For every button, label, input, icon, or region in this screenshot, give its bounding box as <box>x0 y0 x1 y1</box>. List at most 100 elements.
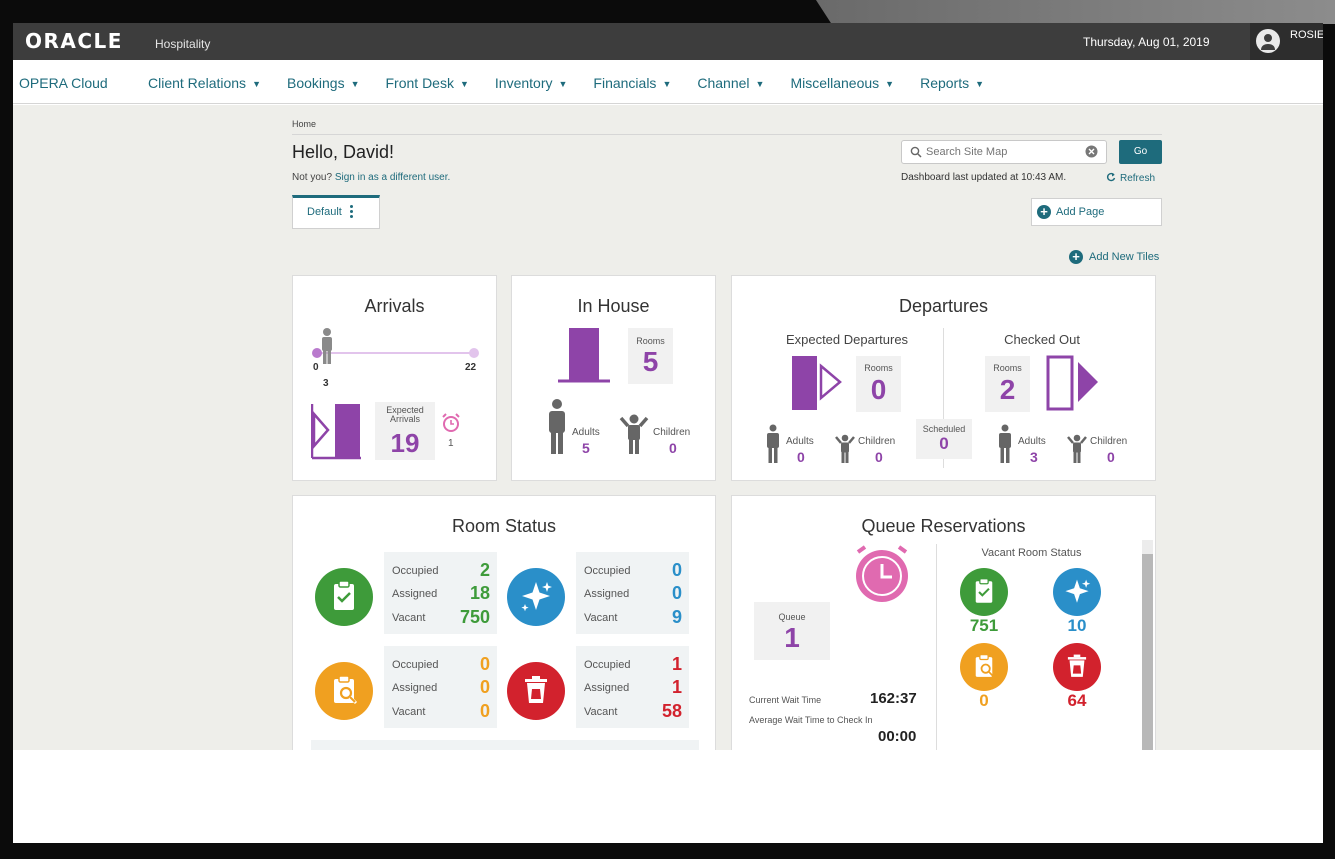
arrivals-slider <box>312 328 479 364</box>
divider <box>936 544 937 754</box>
nav-label: Client Relations <box>148 75 247 91</box>
children-label: Children <box>1090 436 1128 447</box>
go-button[interactable]: Go <box>1119 140 1162 164</box>
user-avatar-icon[interactable] <box>1256 29 1280 53</box>
inspected-status-icon[interactable] <box>507 568 565 626</box>
vacant-inspected-value: 10 <box>1067 616 1087 635</box>
arrivals-tile[interactable]: Arrivals 0 22 3 Expected Arrivals 19 1 <box>292 275 497 481</box>
dashboard-content: Home Hello, David! Not you? Sign in as a… <box>13 105 1323 755</box>
adults-label: Adults <box>1018 436 1046 447</box>
dirty-status-icon[interactable] <box>507 662 565 720</box>
vacant-dirty-icon[interactable] <box>1053 643 1101 691</box>
occupied-label: Occupied <box>584 659 631 671</box>
nav-client-relations[interactable]: Client Relations ▼ <box>148 75 261 91</box>
assigned-label: Assigned <box>392 682 438 694</box>
plus-circle-icon: + <box>1037 205 1051 219</box>
add-page-button[interactable]: + Add Page <box>1031 198 1162 226</box>
inspected-vacant: 9 <box>671 607 682 627</box>
not-you-label: Not you? <box>292 172 333 183</box>
add-new-tiles-link[interactable]: + Add New Tiles <box>1069 250 1159 264</box>
nav-channel[interactable]: Channel ▼ <box>697 75 764 91</box>
adults-value: 5 <box>582 440 590 456</box>
clean-status-icon[interactable] <box>315 568 373 626</box>
business-date: Thursday, Aug 01, 2019 <box>1083 35 1210 49</box>
checked-out-door-icon <box>1046 355 1098 411</box>
rooms-label: Rooms <box>636 336 665 346</box>
pickup-occupied: 0 <box>479 654 490 674</box>
last-updated-text: Dashboard last updated at 10:43 AM. <box>901 172 1067 183</box>
current-wait-label: Current Wait Time <box>749 695 822 705</box>
more-options-icon[interactable] <box>350 205 354 220</box>
caret-down-icon: ▼ <box>885 79 895 89</box>
user-name[interactable]: ROSIE <box>1290 29 1323 41</box>
nav-inventory[interactable]: Inventory ▼ <box>495 75 568 91</box>
page-bottom <box>13 750 1323 843</box>
browser-frame: ORACLE Hospitality Thursday, Aug 01, 201… <box>13 23 1323 843</box>
tile-title: In House <box>577 296 650 316</box>
vacant-pickup-icon[interactable] <box>960 643 1008 691</box>
nav-bookings[interactable]: Bookings ▼ <box>287 75 360 91</box>
caret-down-icon: ▼ <box>252 79 261 89</box>
adults-label: Adults <box>786 436 814 447</box>
clear-icon[interactable] <box>1085 145 1098 163</box>
refresh-icon <box>1106 172 1116 182</box>
exp-adults-value: 0 <box>797 449 805 465</box>
occupied-label: Occupied <box>392 565 439 577</box>
assigned-label: Assigned <box>584 682 630 694</box>
breadcrumb[interactable]: Home <box>292 119 316 129</box>
nav-label: Financials <box>593 75 657 91</box>
not-you-text: Not you? Sign in as a different user. <box>292 172 450 183</box>
nav-label: Channel <box>697 75 750 91</box>
dirty-occupied: 1 <box>671 654 682 674</box>
nav-reports[interactable]: Reports ▼ <box>920 75 984 91</box>
in-house-tile[interactable]: In House Rooms 5 Adults 5 Children 0 <box>511 275 716 481</box>
queue-value: 1 <box>784 622 800 653</box>
nav-miscellaneous[interactable]: Miscellaneous ▼ <box>790 75 894 91</box>
vacant-clean-icon[interactable] <box>960 568 1008 616</box>
queue-reservations-tile[interactable]: Queue Reservations Queue 1 Current Wait … <box>731 495 1156 755</box>
vacant-row: Vacant 58 <box>584 701 682 721</box>
dirty-vacant: 58 <box>661 701 682 721</box>
occupied-row: Occupied 2 <box>392 560 490 580</box>
inspected-occupied: 0 <box>671 560 682 580</box>
expected-departures-title: Expected Departures <box>785 332 909 347</box>
nav-opera-cloud[interactable]: OPERA Cloud <box>19 75 108 91</box>
assigned-row: Assigned 0 <box>584 583 682 603</box>
queue-scrollbar[interactable] <box>1142 540 1153 754</box>
oracle-logo[interactable]: ORACLE <box>25 29 123 53</box>
pickup-counts: Occupied 0 Assigned 0 Vacant 0 <box>384 646 497 728</box>
vacant-room-status-title: Vacant Room Status <box>981 547 1082 559</box>
clean-assigned: 18 <box>469 583 490 603</box>
vacant-clean-value: 751 <box>969 616 999 635</box>
nav-front-desk[interactable]: Front Desk ▼ <box>386 75 469 91</box>
room-status-tile[interactable]: Room Status Occupied 2 Assigned 18 Vacant 7… <box>292 495 716 755</box>
vacant-label: Vacant <box>584 612 618 624</box>
checked-rooms-value: 2 <box>999 374 1016 405</box>
caret-down-icon: ▼ <box>755 79 765 89</box>
rooms-label: Rooms <box>864 363 893 373</box>
departures-tile[interactable]: Departures Expected Departures Checked O… <box>731 275 1156 481</box>
tab-default[interactable]: Default <box>292 195 380 229</box>
children-label: Children <box>858 436 896 447</box>
nav-financials[interactable]: Financials ▼ <box>593 75 671 91</box>
scrollbar-thumb[interactable] <box>1142 554 1153 754</box>
refresh-button[interactable]: Refresh <box>1106 172 1155 184</box>
vacant-inspected-icon[interactable] <box>1053 568 1101 616</box>
dirty-counts: Occupied 1 Assigned 1 Vacant 58 <box>576 646 689 728</box>
alarm-clock-icon <box>856 545 908 602</box>
scheduled-value: 0 <box>939 434 949 453</box>
assigned-label: Assigned <box>392 588 438 600</box>
adult-icon <box>549 399 565 454</box>
door-icon <box>558 328 610 383</box>
top-bar: ORACLE Hospitality Thursday, Aug 01, 201… <box>13 23 1323 60</box>
arrival-door-icon <box>311 404 361 460</box>
average-wait-label: Average Wait Time to Check In <box>749 715 873 725</box>
sign-in-different-user-link[interactable]: Sign in as a different user. <box>335 172 450 183</box>
user-menu[interactable]: ROSIE <box>1250 23 1323 60</box>
children-label: Children <box>653 427 691 438</box>
search-input[interactable] <box>926 144 1076 160</box>
caret-down-icon: ▼ <box>662 79 672 89</box>
caret-down-icon: ▼ <box>558 79 568 89</box>
pickup-status-icon[interactable] <box>315 662 373 720</box>
alarm-count: 1 <box>448 438 454 449</box>
